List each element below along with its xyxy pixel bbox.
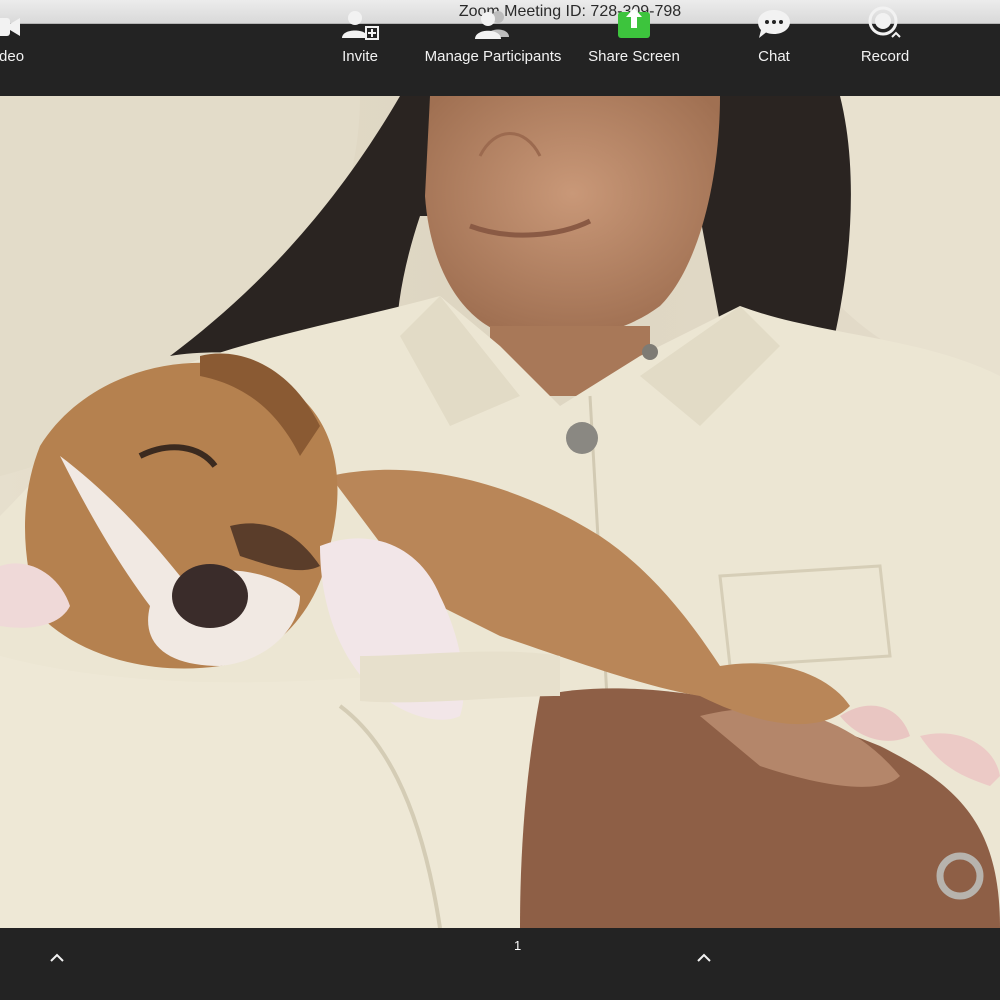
add-person-icon	[342, 11, 379, 40]
video-button[interactable]: Video	[0, 0, 40, 72]
invite-button-label: Invite	[342, 48, 378, 65]
record-button-label: Record	[860, 48, 910, 65]
video-button-label: Video	[0, 48, 25, 65]
video-camera-icon	[0, 18, 20, 36]
share-options-chevron-up-icon[interactable]	[697, 952, 711, 962]
chat-button[interactable]: Chat	[746, 0, 802, 72]
share-screen-button[interactable]: Share Screen	[584, 0, 684, 72]
chat-button-label: Chat	[758, 48, 790, 65]
meeting-controls-toolbar	[0, 928, 1000, 1000]
speech-bubble-icon	[758, 10, 790, 38]
video-feed	[0, 96, 1000, 928]
participants-count-badge: 1	[514, 938, 522, 953]
participant-video-image	[0, 96, 1000, 928]
manage-participants-button[interactable]: Manage Participants	[418, 0, 568, 72]
manage-participants-label: Manage Participants	[424, 48, 562, 65]
share-screen-label: Share Screen	[588, 48, 680, 65]
video-options-chevron-up-icon[interactable]	[50, 952, 64, 962]
record-button[interactable]: Record	[852, 0, 918, 72]
record-circle-icon	[868, 6, 901, 38]
invite-button[interactable]: Invite	[330, 0, 390, 72]
people-icon	[475, 11, 509, 39]
share-arrow-icon	[618, 8, 650, 38]
